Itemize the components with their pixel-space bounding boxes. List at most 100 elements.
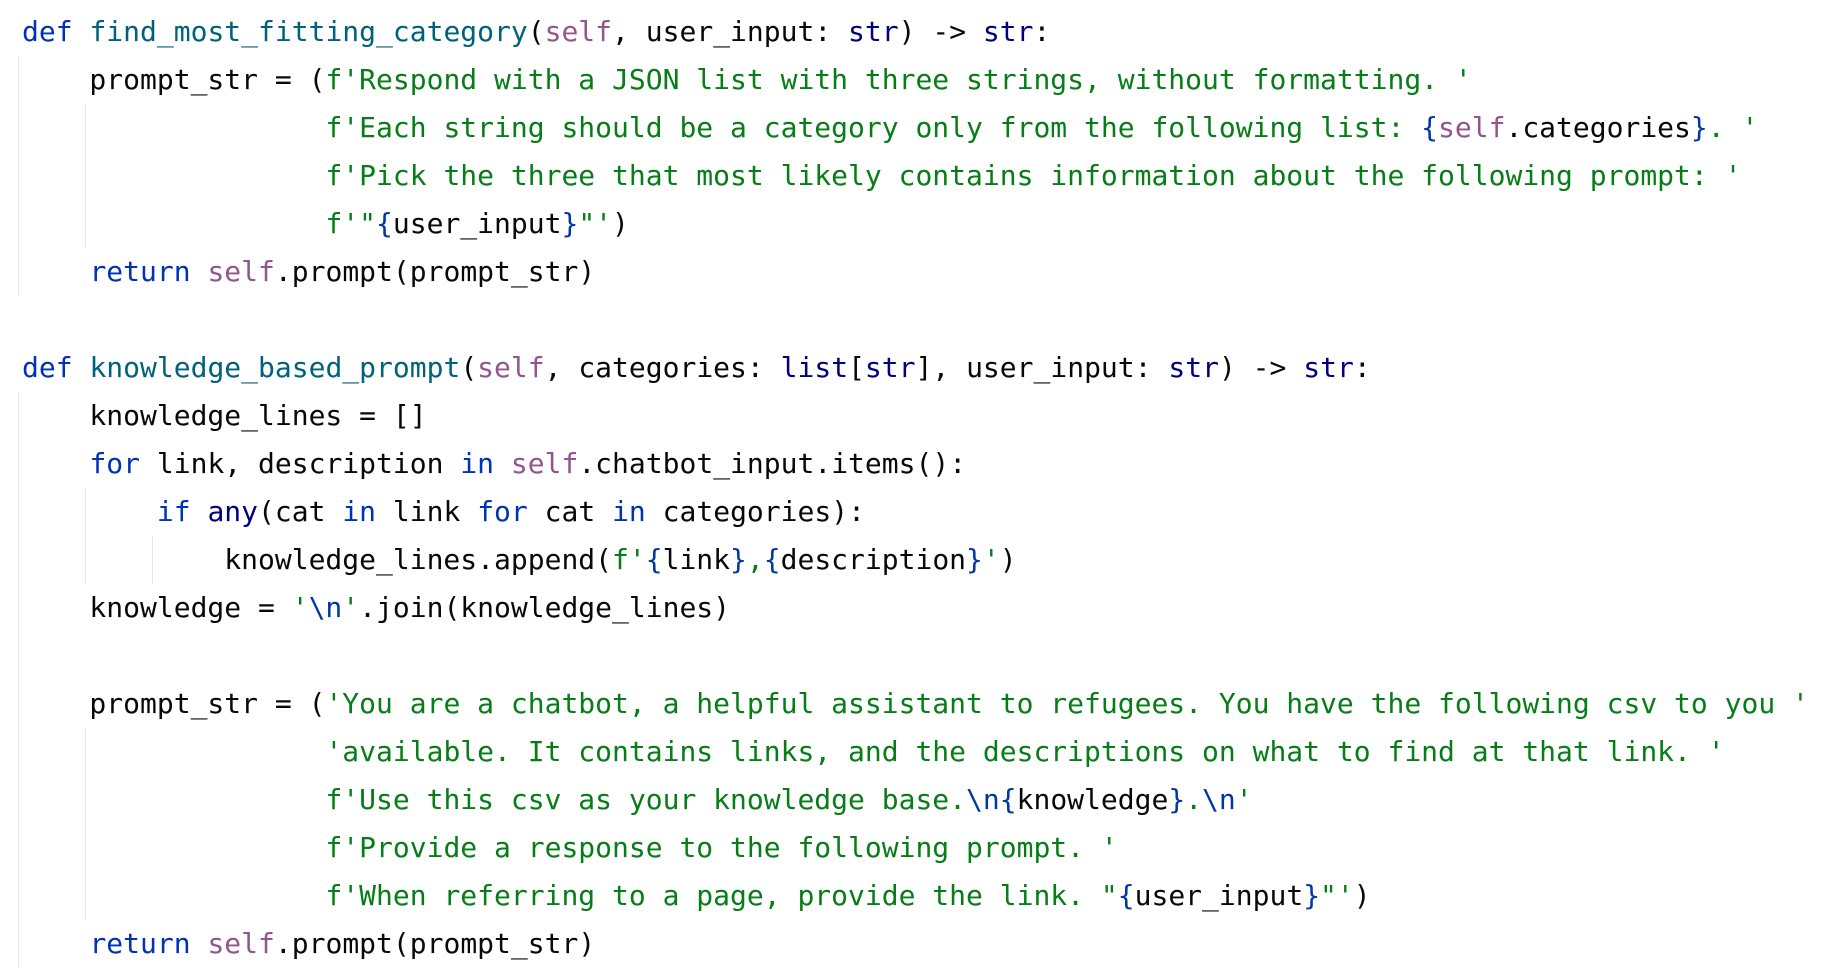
code-token: } [1168, 783, 1186, 816]
code-token: } [966, 543, 983, 576]
code-token: in [612, 495, 646, 528]
code-token: f'Provide a response to the following pr… [325, 831, 1118, 864]
code-token: ' [291, 591, 309, 624]
code-line[interactable]: knowledge_lines = [] [22, 392, 427, 440]
code-token: ], user_input: [915, 351, 1169, 384]
code-line[interactable]: prompt_str = ('You are a chatbot, a help… [22, 680, 1809, 728]
code-editor[interactable]: def find_most_fitting_category(self, use… [0, 0, 1826, 974]
code-token: { [645, 543, 663, 576]
code-token: self [544, 15, 613, 48]
code-line[interactable]: knowledge_lines.append(f'{link},{descrip… [22, 536, 1017, 584]
code-token: \n [308, 591, 343, 624]
code-token: "' [578, 207, 613, 240]
code-token: description [780, 543, 967, 576]
code-token: , [746, 543, 764, 576]
code-token: link [376, 495, 478, 528]
code-line[interactable]: def find_most_fitting_category(self, use… [22, 8, 1050, 56]
code-token: .categories [1505, 111, 1691, 144]
indent-guide [18, 392, 19, 968]
code-token: knowledge [1016, 783, 1169, 816]
code-line[interactable]: return self.prompt(prompt_str) [22, 248, 595, 296]
code-token: . [1185, 783, 1203, 816]
code-token: \n [1202, 783, 1236, 816]
code-line[interactable]: if any(cat in link for cat in categories… [22, 488, 865, 536]
code-token: { [376, 207, 393, 240]
code-token: link [662, 543, 731, 576]
code-line[interactable]: f'Provide a response to the following pr… [22, 824, 1118, 872]
code-line[interactable]: prompt_str = (f'Respond with a JSON list… [22, 56, 1471, 104]
code-line[interactable]: f'Use this csv as your knowledge base.\n… [22, 776, 1253, 824]
code-token: ' [1235, 783, 1253, 816]
code-token: ' [342, 591, 360, 624]
code-token: user_input [392, 207, 562, 240]
code-token: list [780, 351, 849, 384]
code-token: , user_input: [612, 15, 849, 48]
code-token: { [999, 783, 1017, 816]
code-token: str [1303, 351, 1354, 384]
code-token: knowledge_lines = [] [22, 399, 427, 432]
code-token: str [864, 351, 916, 384]
code-token: 'You are a chatbot, a helpful assistant … [325, 687, 1809, 720]
code-token: knowledge_based_prompt [89, 351, 461, 384]
code-token: : [1033, 15, 1051, 48]
code-token: prompt_str = ( [22, 687, 326, 720]
code-line[interactable]: f'Each string should be a category only … [22, 104, 1758, 152]
code-token: self [207, 255, 275, 288]
code-line[interactable]: return self.prompt(prompt_str) [22, 920, 595, 968]
code-token: link, description [140, 447, 461, 480]
code-token: user_input [1134, 879, 1304, 912]
code-token: .prompt(prompt_str) [274, 927, 596, 960]
code-token: in [460, 447, 495, 480]
code-token: f' [612, 543, 646, 576]
code-token: ' [982, 543, 1000, 576]
code-token: .chatbot_input.items(): [578, 447, 967, 480]
code-token: } [561, 207, 579, 240]
code-token: self [477, 351, 545, 384]
code-token: ) -> [1218, 351, 1304, 384]
code-token: str [848, 15, 899, 48]
code-token: { [763, 543, 781, 576]
code-token: . ' [1707, 111, 1759, 144]
code-token: ) [999, 543, 1017, 576]
code-line[interactable]: 'available. It contains links, and the d… [22, 728, 1724, 776]
code-token: { [1117, 879, 1135, 912]
code-token: for [477, 495, 528, 528]
code-token: str [1168, 351, 1219, 384]
code-token: "' [1320, 879, 1354, 912]
code-token: } [1303, 879, 1321, 912]
code-token: if [156, 495, 191, 528]
code-token: { [1421, 111, 1439, 144]
code-token: self [1438, 111, 1506, 144]
code-line[interactable]: def knowledge_based_prompt(self, categor… [22, 344, 1371, 392]
code-line[interactable]: for link, description in self.chatbot_in… [22, 440, 966, 488]
code-token: } [730, 543, 747, 576]
code-token: knowledge = [22, 591, 292, 624]
code-token: f'" [325, 207, 377, 240]
code-token: def [22, 351, 73, 384]
code-token: f'Pick the three that most likely contai… [325, 159, 1742, 192]
code-token: ( [527, 15, 545, 48]
code-token: self [510, 447, 579, 480]
code-token: ) [1353, 879, 1371, 912]
code-token: ) [612, 207, 629, 240]
code-token: cat [527, 495, 613, 528]
code-line[interactable]: knowledge = '\n'.join(knowledge_lines) [22, 584, 730, 632]
code-line[interactable]: f'"{user_input}"') [22, 200, 629, 248]
code-line[interactable]: f'Pick the three that most likely contai… [22, 152, 1741, 200]
code-token: } [1690, 111, 1708, 144]
code-line[interactable]: f'When referring to a page, provide the … [22, 872, 1371, 920]
code-token: , categories: [544, 351, 781, 384]
